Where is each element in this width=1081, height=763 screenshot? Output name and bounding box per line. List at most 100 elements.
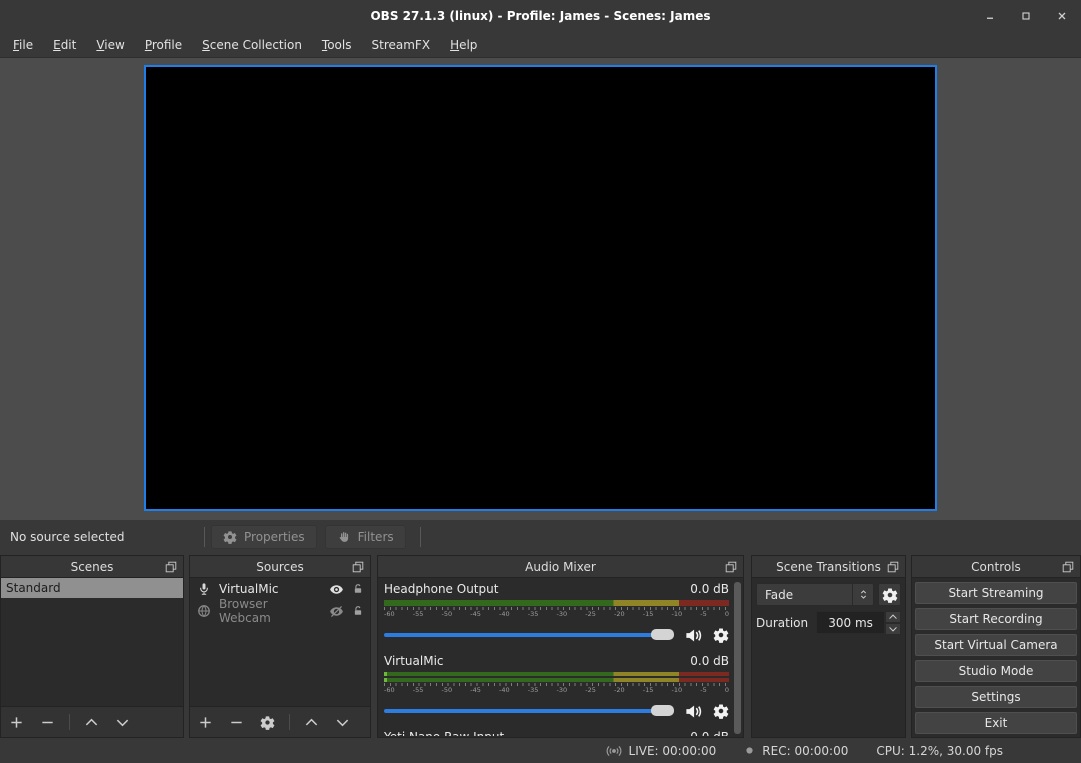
mixer-channel-db: 0.0 dB bbox=[690, 730, 729, 736]
source-properties-gear-icon[interactable] bbox=[260, 715, 275, 730]
scene-transitions-title: Scene Transitions bbox=[776, 560, 881, 574]
duration-value: 300 ms bbox=[817, 616, 884, 630]
mixer-channel-name: VirtualMic bbox=[384, 654, 444, 670]
remove-source-icon[interactable] bbox=[229, 715, 244, 730]
spin-down-icon[interactable] bbox=[885, 623, 901, 635]
properties-button[interactable]: Properties bbox=[211, 525, 317, 549]
start-streaming-button[interactable]: Start Streaming bbox=[915, 582, 1077, 604]
source-label: Browser Webcam bbox=[219, 597, 321, 625]
window-titlebar: OBS 27.1.3 (linux) - Profile: James - Sc… bbox=[0, 0, 1081, 32]
status-bar: LIVE: 00:00:00 REC: 00:00:00 CPU: 1.2%, … bbox=[0, 738, 1081, 763]
menu-edit[interactable]: Edit bbox=[43, 34, 86, 56]
cpu-fps-text: CPU: 1.2%, 30.00 fps bbox=[876, 744, 1003, 758]
window-controls bbox=[979, 0, 1073, 32]
properties-button-label: Properties bbox=[244, 530, 305, 544]
speaker-icon[interactable] bbox=[684, 702, 703, 721]
popout-icon[interactable] bbox=[1061, 560, 1075, 574]
gear-icon[interactable] bbox=[713, 627, 729, 643]
gear-icon bbox=[882, 587, 898, 603]
window-title: OBS 27.1.3 (linux) - Profile: James - Sc… bbox=[370, 9, 710, 23]
cpu-fps-status: CPU: 1.2%, 30.00 fps bbox=[876, 744, 1003, 758]
source-toolbar: No source selected Properties Filters bbox=[0, 520, 1081, 553]
toolbar-divider bbox=[289, 714, 290, 730]
exit-button[interactable]: Exit bbox=[915, 712, 1077, 734]
meter-scale: -60-55-50-45-40-35-30-25-20-15-10-50 bbox=[384, 611, 729, 618]
scene-item-standard[interactable]: Standard bbox=[1, 578, 183, 598]
menu-view[interactable]: View bbox=[86, 34, 134, 56]
transition-select[interactable]: Fade bbox=[756, 583, 874, 606]
toolbar-divider bbox=[420, 527, 421, 547]
scenes-panel: Scenes Standard bbox=[0, 555, 184, 738]
lock-open-icon[interactable] bbox=[352, 605, 364, 617]
duration-spin-arrows bbox=[885, 611, 901, 634]
sources-panel: Sources VirtualMic Browser Webcam bbox=[189, 555, 371, 738]
menu-streamfx[interactable]: StreamFX bbox=[362, 34, 441, 56]
controls-body: Start Streaming Start Recording Start Vi… bbox=[912, 578, 1080, 742]
volume-slider[interactable] bbox=[384, 633, 674, 637]
spin-up-icon[interactable] bbox=[885, 611, 901, 623]
popout-icon[interactable] bbox=[886, 560, 900, 574]
close-icon[interactable] bbox=[1051, 5, 1073, 27]
mixer-channel-virtualmic: VirtualMic 0.0 dB -60-55-50-45-40-35-30-… bbox=[384, 654, 729, 721]
add-scene-icon[interactable] bbox=[9, 715, 24, 730]
move-scene-down-icon[interactable] bbox=[115, 715, 130, 730]
menu-help[interactable]: Help bbox=[440, 34, 487, 56]
live-status: LIVE: 00:00:00 bbox=[606, 743, 717, 759]
menu-scene-collection[interactable]: Scene Collection bbox=[192, 34, 312, 56]
microphone-icon bbox=[197, 582, 211, 596]
maximize-icon[interactable] bbox=[1015, 5, 1037, 27]
audio-mixer-panel: Audio Mixer Headphone Output 0.0 dB -60-… bbox=[377, 555, 744, 738]
rec-status: REC: 00:00:00 bbox=[744, 744, 848, 758]
scenes-toolbar bbox=[1, 706, 183, 737]
visibility-eye-off-icon[interactable] bbox=[329, 604, 344, 619]
remove-scene-icon[interactable] bbox=[40, 715, 55, 730]
start-recording-button[interactable]: Start Recording bbox=[915, 608, 1077, 630]
menu-file[interactable]: File bbox=[3, 34, 43, 56]
popout-icon[interactable] bbox=[724, 560, 738, 574]
lock-open-icon[interactable] bbox=[352, 583, 364, 595]
minimize-icon[interactable] bbox=[979, 5, 1001, 27]
popout-icon[interactable] bbox=[164, 560, 178, 574]
obs-main-window: OBS 27.1.3 (linux) - Profile: James - Sc… bbox=[0, 0, 1081, 763]
meter-scale: -60-55-50-45-40-35-30-25-20-15-10-50 bbox=[384, 687, 729, 694]
duration-spinbox[interactable]: 300 ms bbox=[816, 611, 885, 634]
speaker-icon[interactable] bbox=[684, 626, 703, 645]
settings-button[interactable]: Settings bbox=[915, 686, 1077, 708]
mixer-channel-yeti-nano: Yeti Nano Raw Input 0.0 dB -60-55-50-45-… bbox=[384, 730, 729, 736]
preview-area bbox=[0, 58, 1081, 520]
gear-icon[interactable] bbox=[713, 703, 729, 719]
mixer-scrollbar[interactable] bbox=[734, 582, 741, 734]
filters-button[interactable]: Filters bbox=[325, 525, 406, 549]
volume-slider-handle[interactable] bbox=[651, 705, 674, 716]
mixer-channel-db: 0.0 dB bbox=[690, 654, 729, 670]
start-virtual-camera-button[interactable]: Start Virtual Camera bbox=[915, 634, 1077, 656]
mixer-channel-db: 0.0 dB bbox=[690, 582, 729, 598]
visibility-eye-icon[interactable] bbox=[329, 582, 344, 597]
volume-meter: -60-55-50-45-40-35-30-25-20-15-10-50 bbox=[384, 672, 729, 694]
menu-tools[interactable]: Tools bbox=[312, 34, 362, 56]
move-source-up-icon[interactable] bbox=[304, 715, 319, 730]
rec-time: REC: 00:00:00 bbox=[762, 744, 848, 758]
scenes-panel-header: Scenes bbox=[1, 556, 183, 578]
move-source-down-icon[interactable] bbox=[335, 715, 350, 730]
volume-slider-handle[interactable] bbox=[651, 629, 674, 640]
volume-slider[interactable] bbox=[384, 709, 674, 713]
filters-button-label: Filters bbox=[358, 530, 394, 544]
duration-label: Duration bbox=[756, 616, 808, 630]
menu-profile[interactable]: Profile bbox=[135, 34, 192, 56]
scenes-list: Standard bbox=[1, 578, 183, 706]
combo-spinner-icon[interactable] bbox=[852, 584, 873, 605]
toolbar-divider bbox=[204, 527, 205, 547]
mixer-channel-name: Yeti Nano Raw Input bbox=[384, 730, 504, 736]
transition-selected-value: Fade bbox=[757, 588, 852, 602]
source-item-browser-webcam[interactable]: Browser Webcam bbox=[190, 600, 370, 622]
move-scene-up-icon[interactable] bbox=[84, 715, 99, 730]
gear-icon bbox=[223, 530, 237, 544]
scene-preview-canvas[interactable] bbox=[144, 65, 937, 511]
transition-settings-button[interactable] bbox=[878, 583, 901, 606]
popout-icon[interactable] bbox=[351, 560, 365, 574]
studio-mode-button[interactable]: Studio Mode bbox=[915, 660, 1077, 682]
scene-transitions-header: Scene Transitions bbox=[752, 556, 905, 578]
volume-meter: -60-55-50-45-40-35-30-25-20-15-10-50 bbox=[384, 600, 729, 618]
add-source-icon[interactable] bbox=[198, 715, 213, 730]
